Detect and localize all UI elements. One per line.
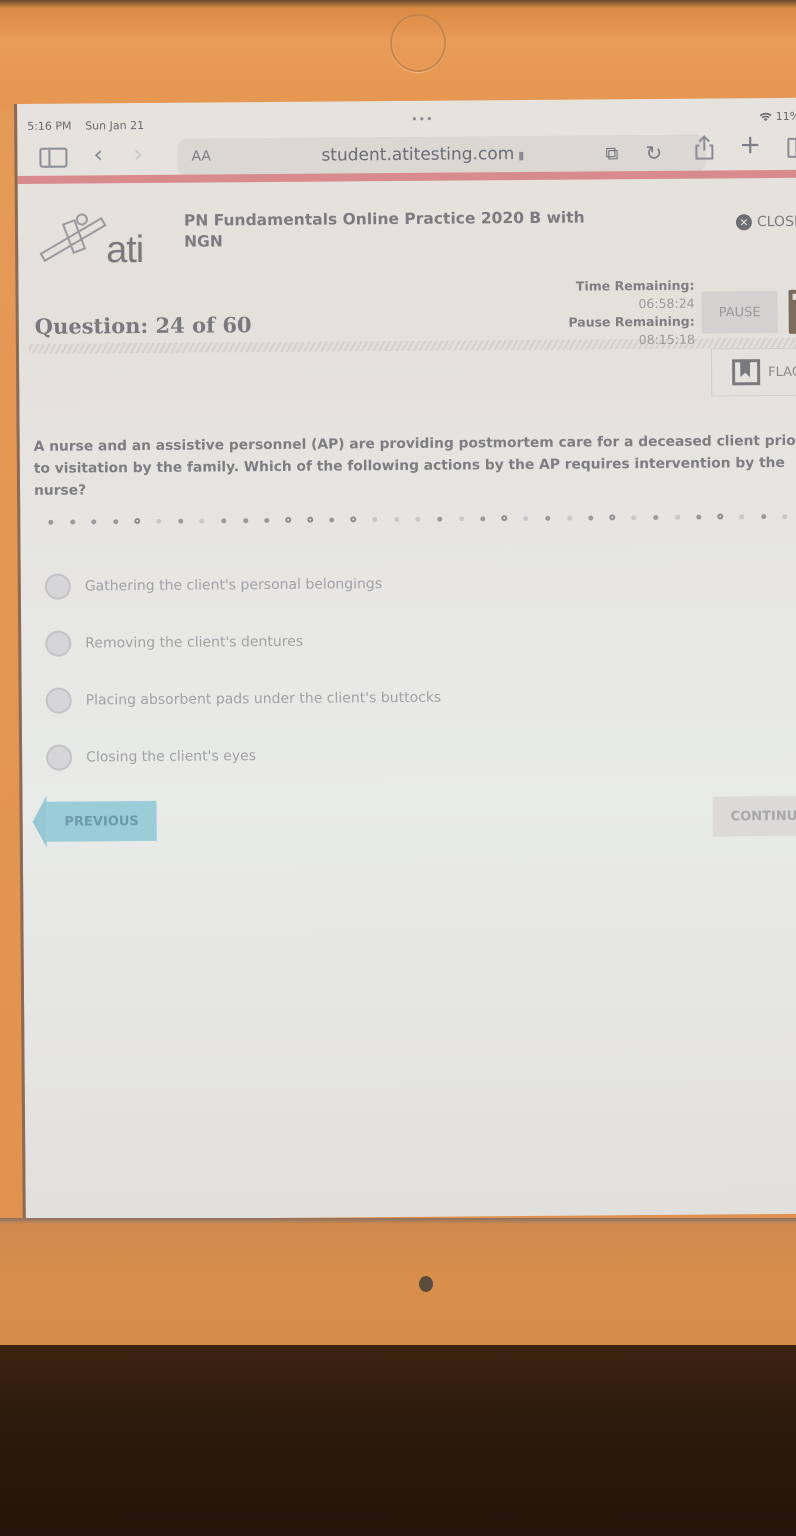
answer-option[interactable]: Gathering the client's personal belongin… xyxy=(44,553,645,615)
battery-level: 11% xyxy=(775,109,796,124)
divider-dot xyxy=(731,510,753,522)
divider-dot xyxy=(299,514,321,526)
divider-dot xyxy=(710,510,732,522)
status-date: Sun Jan 21 xyxy=(85,118,145,133)
divider-dot xyxy=(105,515,127,527)
divider-dot xyxy=(515,512,537,524)
divider-dot xyxy=(148,515,170,527)
url-text[interactable]: student.atitesting.com ▮ xyxy=(321,144,524,166)
question-stem: A nurse and an assistive personnel (AP) … xyxy=(33,432,796,499)
device-screen: 5:16 PM Sun Jan 21 ••• 11% ‹ › AA studen… xyxy=(14,97,796,1220)
divider-dot xyxy=(407,513,429,525)
new-tab-icon[interactable]: + xyxy=(739,130,761,160)
radio-button[interactable] xyxy=(45,630,72,657)
url-value: student.atitesting.com xyxy=(321,144,515,166)
flag-button[interactable]: FLAG xyxy=(710,347,796,397)
divider-dot xyxy=(774,510,796,522)
divider-dot xyxy=(451,512,473,524)
divider-dot xyxy=(278,514,300,526)
dotted-divider xyxy=(40,510,796,528)
divider-dot xyxy=(429,513,451,525)
answer-options: Gathering the client's personal belongin… xyxy=(44,553,647,786)
device-bezel-top xyxy=(0,0,796,110)
status-time: 5:16 PM xyxy=(27,119,72,133)
exam-title: PN Fundamentals Online Practice 2020 B w… xyxy=(183,208,585,251)
pause-remaining-value: 08:15:18 xyxy=(638,331,695,348)
divider-dot xyxy=(256,514,278,526)
option-label: Gathering the client's personal belongin… xyxy=(84,575,383,594)
left-arrow-icon xyxy=(32,795,47,848)
reader-button[interactable]: AA xyxy=(191,148,211,164)
sidebar-icon[interactable] xyxy=(39,147,68,168)
continue-button[interactable]: CONTINUE xyxy=(712,795,796,837)
share-icon[interactable] xyxy=(693,134,715,163)
divider-dot xyxy=(321,513,343,525)
option-label: Placing absorbent pads under the client'… xyxy=(85,689,442,708)
divider-dot xyxy=(688,511,710,523)
divider-dot xyxy=(83,515,105,527)
divider-dot xyxy=(494,512,516,524)
option-label: Closing the client's eyes xyxy=(86,747,257,765)
lock-icon: ▮ xyxy=(518,148,525,163)
divider-dot xyxy=(666,511,688,523)
answer-option[interactable]: Placing absorbent pads under the client'… xyxy=(45,667,645,729)
close-label: CLOSE xyxy=(756,213,796,231)
option-label: Removing the client's dentures xyxy=(85,633,304,651)
divider-dot xyxy=(62,515,84,527)
divider-dot xyxy=(40,516,62,528)
divider-dot xyxy=(191,514,213,526)
forward-icon[interactable]: › xyxy=(133,140,143,168)
tabs-icon[interactable] xyxy=(787,137,796,158)
front-camera xyxy=(390,14,446,72)
divider-dot xyxy=(235,514,257,526)
divider-dot xyxy=(386,513,408,525)
table-surface xyxy=(0,1345,796,1536)
radio-button[interactable] xyxy=(45,687,72,714)
divider-dot xyxy=(364,513,386,525)
status-right: 11% xyxy=(759,110,796,123)
ati-logo-mark xyxy=(39,213,107,263)
time-remaining-value: 06:58:24 xyxy=(638,295,695,312)
ati-header: ati PN Fundamentals Online Practice 2020… xyxy=(18,178,796,354)
pause-button[interactable]: PAUSE xyxy=(701,291,778,334)
radio-button[interactable] xyxy=(46,744,73,771)
device-bezel-bottom xyxy=(0,1218,796,1348)
divider-dot xyxy=(343,513,365,525)
home-button[interactable] xyxy=(419,1276,433,1292)
browser-toolbar: ‹ › AA student.atitesting.com ▮ ⧉ ↻ + xyxy=(17,130,796,177)
reload-icon[interactable]: ↻ xyxy=(645,141,662,165)
radio-button[interactable] xyxy=(44,573,71,600)
calculator-icon[interactable] xyxy=(788,289,796,334)
previous-button[interactable]: PREVIOUS xyxy=(32,795,157,848)
pause-remaining-label: Pause Remaining: xyxy=(568,313,695,330)
ati-logo-text: ati xyxy=(105,228,144,272)
close-button[interactable]: ✕ CLOSE xyxy=(735,213,796,231)
divider-dot xyxy=(602,511,624,523)
close-icon: ✕ xyxy=(735,214,753,231)
wifi-icon xyxy=(759,112,772,121)
previous-label: PREVIOUS xyxy=(46,800,157,842)
extension-icon[interactable]: ⧉ xyxy=(605,143,618,164)
ati-logo: ati xyxy=(36,209,148,271)
divider-dot xyxy=(537,512,559,524)
divider-dot xyxy=(753,510,775,522)
divider-dot xyxy=(580,511,602,523)
divider-dot xyxy=(213,514,235,526)
flag-label: FLAG xyxy=(768,364,796,380)
time-remaining-label: Time Remaining: xyxy=(575,277,695,294)
answer-option[interactable]: Closing the client's eyes xyxy=(46,724,646,786)
answer-option[interactable]: Removing the client's dentures xyxy=(45,610,645,672)
question-counter: Question: 24 of 60 xyxy=(34,312,252,339)
divider-dot xyxy=(170,515,192,527)
divider-dot xyxy=(645,511,667,523)
timers: Time Remaining: 06:58:24 Pause Remaining… xyxy=(518,277,695,350)
bookmark-flag-icon xyxy=(732,359,761,386)
back-icon[interactable]: ‹ xyxy=(93,140,103,168)
divider-dot xyxy=(127,515,149,527)
divider-dot xyxy=(472,512,494,524)
divider-dot xyxy=(558,512,580,524)
divider-dot xyxy=(623,511,645,523)
multitask-indicator[interactable]: ••• xyxy=(411,113,434,126)
